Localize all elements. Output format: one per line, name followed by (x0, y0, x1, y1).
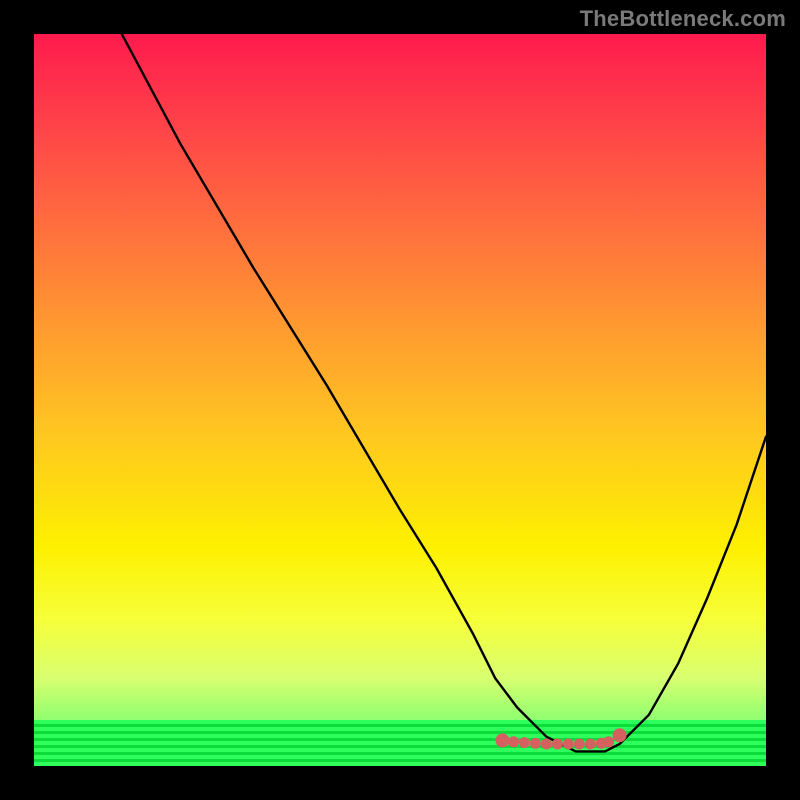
optimal-dots (496, 728, 627, 749)
optimal-dot (613, 728, 627, 742)
optimal-dot (603, 736, 614, 747)
chart-stage: TheBottleneck.com (0, 0, 800, 800)
bottleneck-curve (122, 34, 766, 751)
optimal-dot (541, 739, 552, 750)
optimal-dot (585, 739, 596, 750)
optimal-dot (508, 736, 519, 747)
optimal-dot (563, 739, 574, 750)
optimal-dot (530, 738, 541, 749)
optimal-dot (496, 733, 510, 747)
curve-layer (34, 34, 766, 766)
optimal-dot (552, 739, 563, 750)
attribution-text: TheBottleneck.com (580, 6, 786, 32)
optimal-dot (519, 737, 530, 748)
optimal-dot (574, 739, 585, 750)
plot-area (34, 34, 766, 766)
